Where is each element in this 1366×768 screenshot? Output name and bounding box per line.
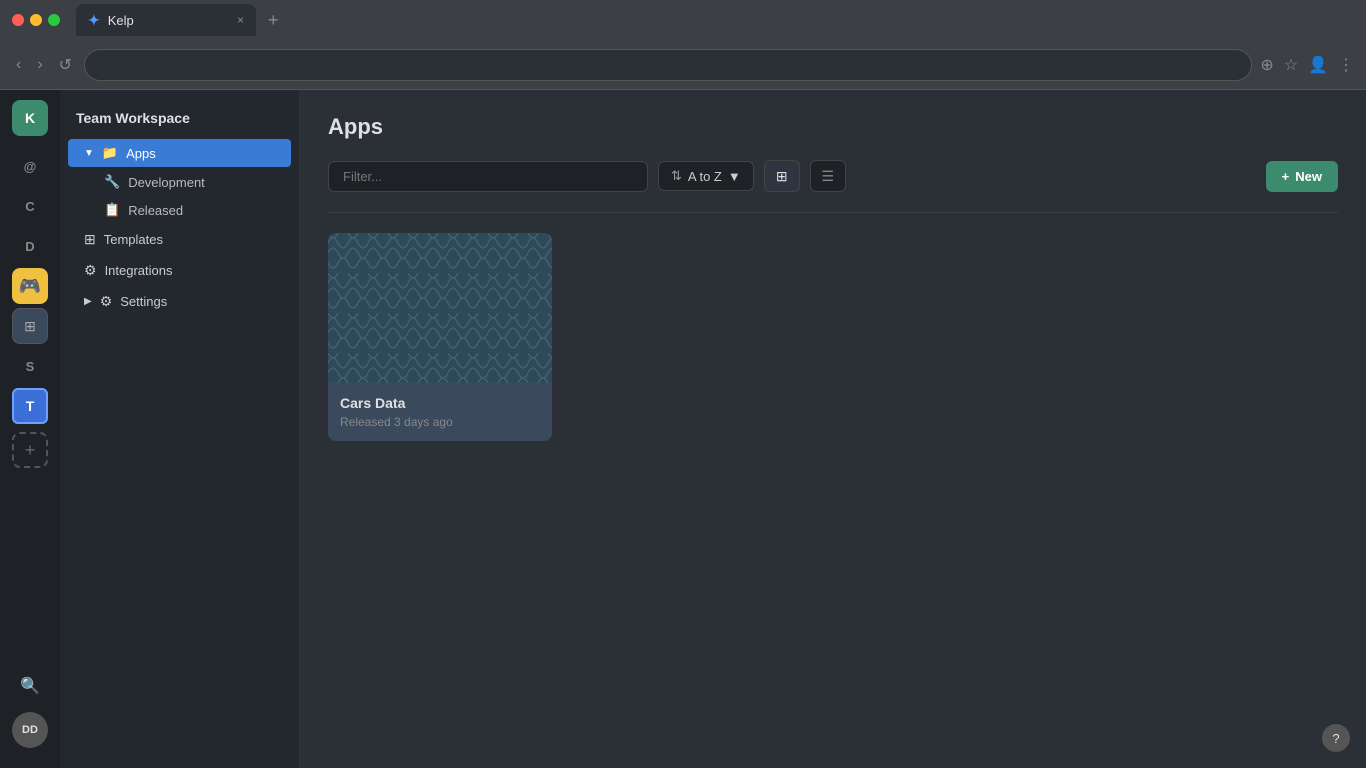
sidebar-item-templates-label: Templates [104,232,163,247]
cards-grid: Cars Data Released 3 days ago [328,233,1338,441]
app-layout: K @ C D 🎮 ⊞ S T + 🔍 DD Team Workspace ▼ … [0,90,1366,768]
back-button[interactable]: ‹ [12,52,25,78]
sidebar-icon-koodi[interactable]: 🎮 [12,268,48,304]
list-view-button[interactable]: ☰ [810,160,846,192]
icon-sidebar: K @ C D 🎮 ⊞ S T + 🔍 DD [0,90,60,768]
sidebar-icon-d[interactable]: D [12,228,48,264]
grid-view-button[interactable]: ⊞ [764,160,800,192]
sort-label: A to Z [688,169,722,184]
sort-icon: ⇅ [671,168,682,184]
zoom-icon[interactable]: ⊕ [1260,55,1273,75]
bookmark-icon[interactable]: ☆ [1284,55,1298,75]
sidebar-item-apps-label: Apps [126,146,156,161]
sidebar-item-settings-label: Settings [120,294,167,309]
tab-close-button[interactable]: × [237,13,244,27]
sidebar-item-settings[interactable]: ▶ ⚙ Settings [68,287,291,316]
workspace-title: Team Workspace [60,102,299,138]
sidebar-item-integrations-label: Integrations [105,263,173,278]
add-workspace-button[interactable]: + [12,432,48,468]
sort-button[interactable]: ⇅ A to Z ▼ [658,161,754,191]
app-card-cars-data[interactable]: Cars Data Released 3 days ago [328,233,552,441]
close-traffic-light[interactable] [12,14,24,26]
traffic-lights [12,14,60,26]
wrench-icon: 🔧 [104,174,120,190]
card-title: Cars Data [340,395,540,411]
sidebar-item-released[interactable]: 📋 Released [68,197,291,223]
new-tab-button[interactable]: + [268,10,279,31]
search-icon-button[interactable]: 🔍 [12,668,48,704]
sidebar-item-development-label: Development [128,175,205,190]
workspace-icon[interactable]: K [12,100,48,136]
sidebar-item-apps[interactable]: ▼ 📁 Apps [68,139,291,167]
sidebar-icon-grid[interactable]: ⊞ [12,308,48,344]
sidebar-icon-t[interactable]: T [12,388,48,424]
sidebar-item-templates[interactable]: ⊞ Templates [68,225,291,254]
sidebar-item-released-label: Released [128,203,183,218]
templates-icon: ⊞ [84,231,96,248]
sidebar-item-integrations[interactable]: ⚙ Integrations [68,256,291,285]
sort-dropdown-icon: ▼ [728,169,741,184]
tab-favicon: ✦ [88,12,100,29]
main-content: Apps ⇅ A to Z ▼ ⊞ ☰ + New [300,90,1366,768]
browser-toolbar-icons: ⊕ ☆ 👤 ⋮ [1260,55,1354,75]
help-button[interactable]: ? [1322,724,1350,752]
sidebar-icon-s[interactable]: S [12,348,48,384]
folder-icon: 📁 [102,145,118,161]
content-divider [328,212,1338,213]
address-bar[interactable] [84,49,1252,81]
browser-toolbar: ‹ › ↺ ⊕ ☆ 👤 ⋮ [0,40,1366,90]
browser-tab[interactable]: ✦ Kelp × [76,4,256,36]
bottom-icons: 🔍 DD [12,668,48,758]
maximize-traffic-light[interactable] [48,14,60,26]
settings-expand-arrow-icon: ▶ [84,296,92,307]
toolbar-row: ⇅ A to Z ▼ ⊞ ☰ + New [328,160,1338,192]
filter-input[interactable] [328,161,648,192]
doc-icon: 📋 [104,202,120,218]
expand-arrow-icon: ▼ [84,148,94,159]
card-subtitle: Released 3 days ago [340,415,540,429]
forward-button[interactable]: › [33,52,46,78]
wave-pattern-svg [328,233,552,383]
sidebar-icon-at[interactable]: @ [12,148,48,184]
sidebar-item-development[interactable]: 🔧 Development [68,169,291,195]
new-button-label: New [1295,169,1322,184]
browser-titlebar: ✦ Kelp × + [0,0,1366,40]
minimize-traffic-light[interactable] [30,14,42,26]
settings-icon: ⚙ [100,293,113,310]
tab-title: Kelp [108,13,134,28]
new-button-icon: + [1282,169,1290,184]
card-thumbnail [328,233,552,383]
nav-sidebar: Team Workspace ▼ 📁 Apps 🔧 Development 📋 … [60,90,300,768]
card-info: Cars Data Released 3 days ago [328,383,552,441]
profile-icon[interactable]: 👤 [1308,55,1328,75]
integrations-icon: ⚙ [84,262,97,279]
user-avatar[interactable]: DD [12,712,48,748]
page-title: Apps [328,114,1338,140]
new-button[interactable]: + New [1266,161,1338,192]
menu-icon[interactable]: ⋮ [1338,55,1354,75]
sidebar-icon-c[interactable]: C [12,188,48,224]
browser-chrome: ✦ Kelp × + ‹ › ↺ ⊕ ☆ 👤 ⋮ [0,0,1366,90]
reload-button[interactable]: ↺ [55,51,76,79]
